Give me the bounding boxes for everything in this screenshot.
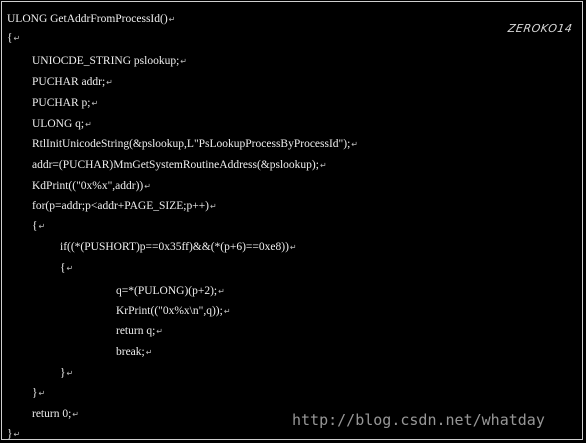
code-line: KrPrint(("0x%x\n",q));↵ xyxy=(116,305,231,317)
paragraph-mark-icon: ↵ xyxy=(91,99,99,108)
paragraph-mark-icon: ↵ xyxy=(145,348,153,357)
code-line: ULONG q;↵ xyxy=(32,118,92,130)
code-line: }↵ xyxy=(7,428,21,440)
paragraph-mark-icon: ↵ xyxy=(106,78,113,87)
code-line: break;↵ xyxy=(116,346,153,358)
paragraph-mark-icon: ↵ xyxy=(180,57,187,66)
paragraph-mark-icon: ↵ xyxy=(289,243,297,252)
code-line: PUCHAR addr;↵ xyxy=(32,76,113,88)
code-line: return q;↵ xyxy=(116,325,163,337)
paragraph-mark-icon: ↵ xyxy=(351,140,358,149)
code-line: {↵ xyxy=(7,32,21,44)
paragraph-mark-icon: ↵ xyxy=(223,307,231,316)
code-line: KdPrint(("0x%x",addr))↵ xyxy=(32,180,151,192)
paragraph-mark-icon: ↵ xyxy=(319,161,327,170)
paragraph-mark-icon: ↵ xyxy=(218,287,225,296)
code-line: UNIOCDE_STRING pslookup;↵ xyxy=(32,55,187,67)
paragraph-mark-icon: ↵ xyxy=(156,327,163,336)
code-line: {↵ xyxy=(32,220,46,232)
code-line: for(p=addr;p<addr+PAGE_SIZE;p++)↵ xyxy=(32,200,217,212)
paragraph-mark-icon: ↵ xyxy=(38,222,46,231)
code-line: PUCHAR p;↵ xyxy=(32,97,99,109)
code-line: {↵ xyxy=(60,262,74,274)
paragraph-mark-icon: ↵ xyxy=(168,15,176,24)
code-line: addr=(PUCHAR)MmGetSystemRoutineAddress(&… xyxy=(32,159,327,171)
paragraph-mark-icon: ↵ xyxy=(38,389,46,398)
paragraph-mark-icon: ↵ xyxy=(85,120,92,129)
paragraph-mark-icon: ↵ xyxy=(13,34,21,43)
code-line: RtlInitUnicodeString(&pslookup,L"PsLooku… xyxy=(32,138,358,150)
paragraph-mark-icon: ↵ xyxy=(66,264,74,273)
paragraph-mark-icon: ↵ xyxy=(72,410,79,419)
code-line: q=*(PULONG)(p+2);↵ xyxy=(116,285,225,297)
blog-watermark: http://blog.csdn.net/whatday xyxy=(292,411,545,429)
code-line: ULONG GetAddrFromProcessId()↵ xyxy=(7,13,176,25)
code-line: return 0;↵ xyxy=(32,408,79,420)
code-line: }↵ xyxy=(60,367,74,379)
paragraph-mark-icon: ↵ xyxy=(13,430,21,439)
code-block: ULONG GetAddrFromProcessId()↵ {↵ UNIOCDE… xyxy=(0,0,586,443)
paragraph-mark-icon: ↵ xyxy=(66,369,74,378)
paragraph-mark-icon: ↵ xyxy=(144,182,151,191)
paragraph-mark-icon: ↵ xyxy=(210,202,217,211)
code-line: }↵ xyxy=(32,387,46,399)
code-line: if((*(PUSHORT)p==0x35ff)&&(*(p+6)==0xe8)… xyxy=(60,241,297,253)
author-signature: ZEROKO14 xyxy=(507,22,574,35)
